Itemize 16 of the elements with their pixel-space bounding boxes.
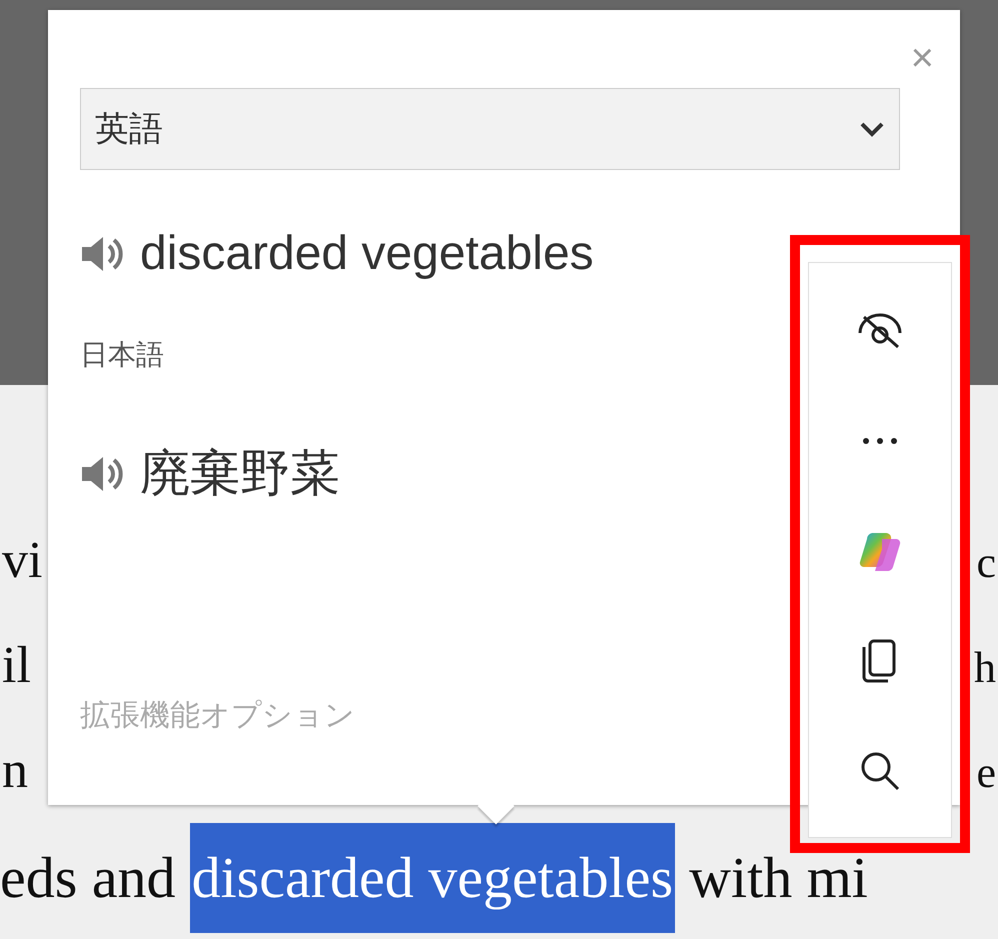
page-text: with mi (689, 844, 868, 912)
page-text: vi (2, 531, 42, 591)
page-text: n (2, 741, 28, 801)
source-text: discarded vegetables (140, 226, 594, 282)
page-text: il (2, 636, 31, 696)
options-link[interactable]: 拡張機能オプション (80, 693, 355, 738)
page-text: c (976, 537, 996, 589)
language-label: 日本語 (80, 338, 165, 372)
close-button[interactable]: × (910, 38, 934, 78)
translation-text: 廃棄野菜 (140, 444, 340, 503)
page-text: h (974, 642, 996, 694)
language-select[interactable]: 英語 (80, 88, 900, 170)
selected-text: discarded vegetables (190, 823, 676, 933)
page-text: eds and (0, 844, 176, 912)
chevron-down-icon (859, 121, 885, 137)
page-text: e (976, 747, 996, 799)
